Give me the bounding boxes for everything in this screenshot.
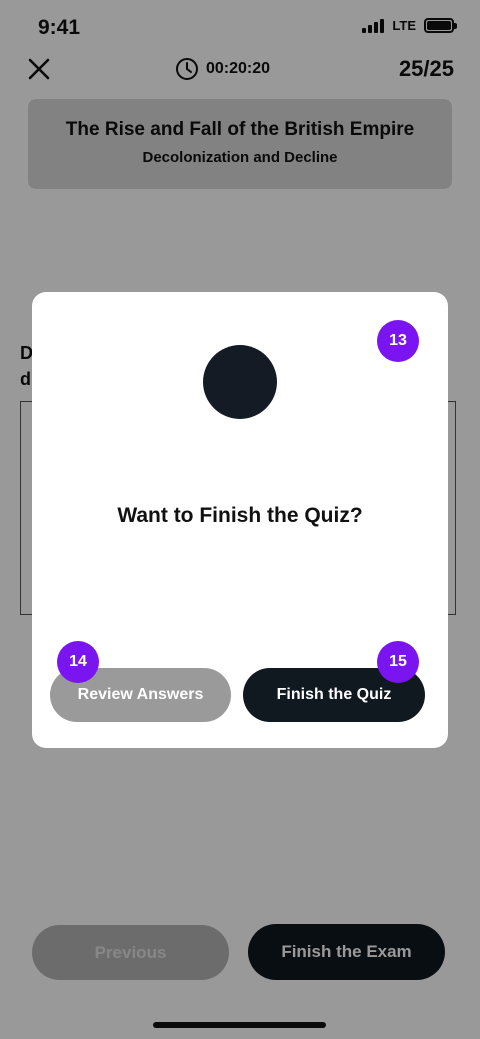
- annotation-badge: 13: [377, 320, 419, 362]
- dialog-title: Want to Finish the Quiz?: [117, 504, 363, 527]
- finish-quiz-dialog: 13 Want to Finish the Quiz? Review Answe…: [32, 292, 448, 748]
- dialog-icon: [203, 345, 277, 419]
- annotation-badge: 14: [57, 641, 99, 683]
- annotation-badge: 15: [377, 641, 419, 683]
